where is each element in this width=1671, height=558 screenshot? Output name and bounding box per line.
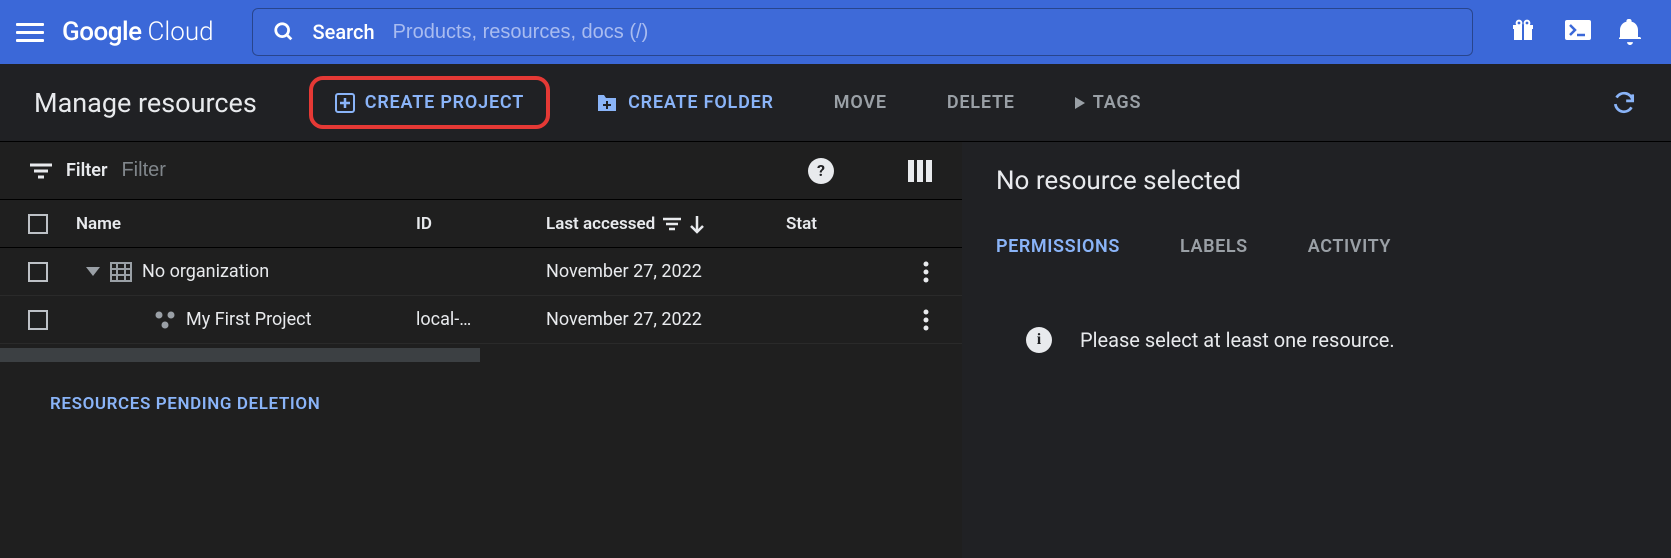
column-status[interactable]: Stat: [786, 214, 886, 234]
move-label: MOVE: [834, 92, 887, 113]
table-header: Name ID Last accessed Stat: [0, 200, 962, 248]
page-title: Manage resources: [34, 87, 257, 119]
row-actions-button[interactable]: [923, 260, 929, 282]
create-folder-button[interactable]: CREATE FOLDER: [582, 84, 788, 121]
project-icon: [154, 310, 176, 330]
arrow-down-icon: [689, 214, 705, 234]
row-name: My First Project: [186, 309, 311, 330]
resource-list-panel: Filter ? Name ID Last accessed Stat: [0, 142, 962, 558]
move-button[interactable]: MOVE: [820, 84, 901, 121]
refresh-icon: [1611, 90, 1637, 116]
row-last-accessed: November 27, 2022: [546, 309, 786, 330]
tab-permissions[interactable]: PERMISSIONS: [996, 236, 1120, 257]
logo-secondary: Cloud: [148, 17, 214, 47]
delete-button[interactable]: DELETE: [933, 84, 1029, 121]
create-folder-label: CREATE FOLDER: [628, 92, 774, 113]
kebab-icon: [923, 309, 929, 331]
info-icon: i: [1026, 327, 1052, 353]
content-area: Filter ? Name ID Last accessed Stat: [0, 142, 1671, 558]
row-name: No organization: [142, 261, 269, 282]
add-folder-icon: [596, 93, 618, 113]
column-name[interactable]: Name: [76, 214, 416, 234]
create-project-button[interactable]: CREATE PROJECT: [309, 76, 550, 129]
tags-label: TAGS: [1093, 92, 1142, 113]
search-label: Search: [313, 20, 375, 44]
organization-icon: [110, 262, 132, 282]
details-empty-message: i Please select at least one resource.: [996, 327, 1637, 353]
filter-label: Filter: [66, 160, 107, 181]
row-actions-button[interactable]: [923, 308, 929, 330]
tags-button[interactable]: TAGS: [1061, 84, 1156, 121]
tab-activity[interactable]: ACTIVITY: [1308, 236, 1391, 257]
create-project-label: CREATE PROJECT: [365, 92, 524, 113]
row-id: local-…: [416, 309, 546, 330]
header-actions: [1511, 19, 1655, 45]
refresh-button[interactable]: [1611, 90, 1637, 116]
top-header: Google Cloud Search: [0, 0, 1671, 64]
menu-icon[interactable]: [16, 18, 44, 46]
help-icon[interactable]: ?: [808, 158, 834, 184]
search-input[interactable]: [393, 21, 1452, 44]
details-tabs: PERMISSIONS LABELS ACTIVITY: [996, 236, 1637, 257]
row-last-accessed: November 27, 2022: [546, 261, 786, 282]
tag-chevron-icon: [1075, 97, 1085, 109]
gift-icon[interactable]: [1511, 19, 1537, 45]
details-message-text: Please select at least one resource.: [1080, 328, 1395, 352]
column-last-accessed[interactable]: Last accessed: [546, 214, 786, 234]
row-checkbox[interactable]: [28, 310, 48, 330]
select-all-checkbox[interactable]: [28, 214, 48, 234]
tab-labels[interactable]: LABELS: [1180, 236, 1248, 257]
google-cloud-logo[interactable]: Google Cloud: [62, 17, 214, 47]
add-box-icon: [335, 93, 355, 113]
column-id[interactable]: ID: [416, 214, 546, 234]
row-checkbox[interactable]: [28, 262, 48, 282]
horizontal-scrollbar[interactable]: [0, 348, 480, 362]
cloud-shell-icon[interactable]: [1565, 19, 1591, 45]
expand-icon[interactable]: [86, 267, 100, 276]
delete-label: DELETE: [947, 92, 1015, 113]
search-bar[interactable]: Search: [252, 8, 1473, 56]
table-row[interactable]: No organization November 27, 2022: [0, 248, 962, 296]
page-toolbar: Manage resources CREATE PROJECT CREATE F…: [0, 64, 1671, 142]
details-title: No resource selected: [996, 166, 1637, 196]
filter-bar: Filter ?: [0, 142, 962, 200]
filter-icon: [30, 162, 52, 180]
details-panel: No resource selected PERMISSIONS LABELS …: [962, 142, 1671, 558]
filter-input[interactable]: [121, 159, 421, 182]
kebab-icon: [923, 261, 929, 283]
notifications-icon[interactable]: [1619, 19, 1645, 45]
table-row[interactable]: My First Project local-… November 27, 20…: [0, 296, 962, 344]
resources-pending-deletion-link[interactable]: RESOURCES PENDING DELETION: [0, 362, 962, 446]
filter-sort-icon: [663, 217, 681, 231]
search-icon: [273, 21, 295, 43]
column-selector-button[interactable]: [908, 160, 932, 182]
logo-primary: Google: [62, 17, 142, 47]
